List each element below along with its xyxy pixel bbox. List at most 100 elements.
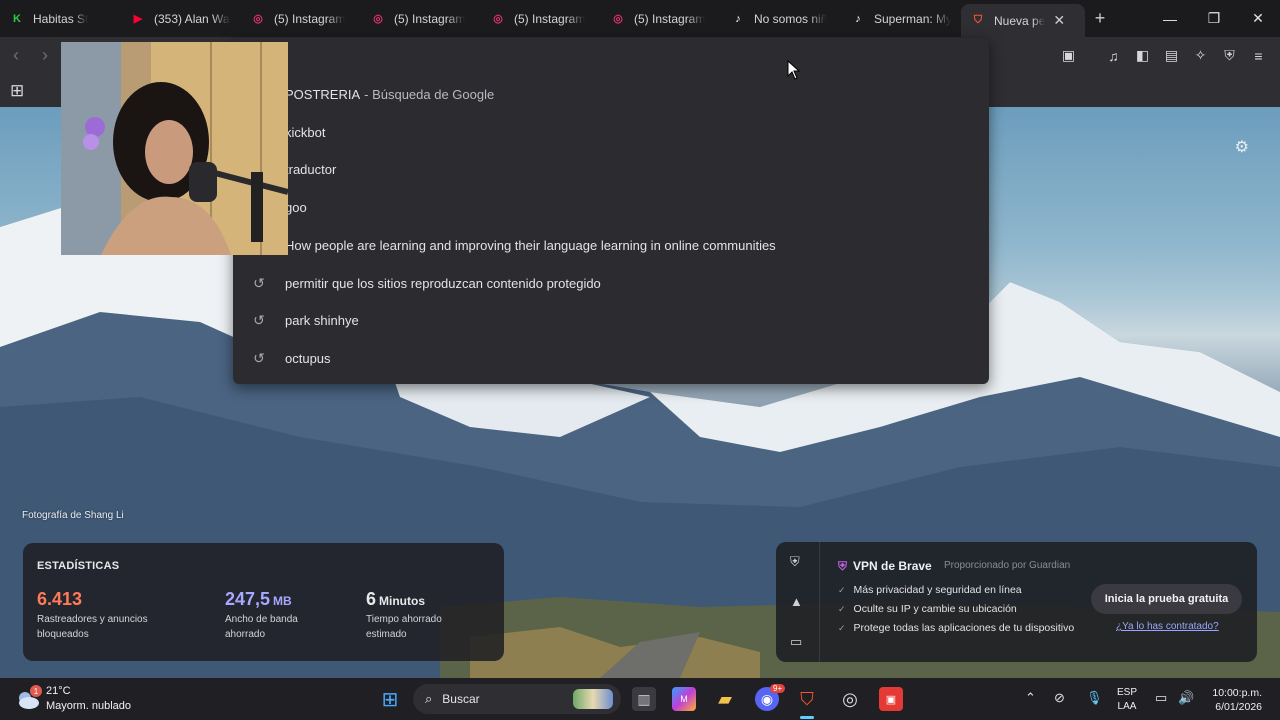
task-view-icon[interactable]: ▥ xyxy=(632,687,656,711)
stat-bandwidth-value: 247,5 xyxy=(225,589,271,609)
stat-time-value: 6 xyxy=(366,589,377,609)
instagram-icon: ◎ xyxy=(373,13,383,25)
browser-tab[interactable]: ⛉ Nueva pe ✕ xyxy=(961,4,1085,37)
stats-widget[interactable]: ESTADÍSTICAS 6.413 Rastreadores y anunci… xyxy=(23,543,504,661)
browser-tab[interactable]: ◎ (5) Instagram xyxy=(481,0,601,37)
photo-credit[interactable]: Fotografía de Shang Li xyxy=(22,510,124,521)
instagram-icon: ◎ xyxy=(493,13,503,25)
browser-tab[interactable]: ◎ (5) Instagram xyxy=(601,0,721,37)
vpn-provider: Proporcionado por Guardian xyxy=(944,560,1071,571)
minimize-button[interactable]: — xyxy=(1148,0,1192,37)
vpn-trial-button[interactable]: Inicia la prueba gratuita xyxy=(1091,584,1242,614)
search-placeholder: Buscar xyxy=(442,692,480,706)
vpn-shield-icon[interactable]: ⛨ xyxy=(1220,46,1239,65)
suggestion-item[interactable]: ↺ permitir que los sitios reproduzcan con… xyxy=(233,265,989,302)
file-explorer-icon[interactable]: ▰ xyxy=(713,687,737,711)
suggestion-item[interactable]: kickbot xyxy=(233,114,989,151)
windows-start-icon[interactable]: ⊞ xyxy=(378,687,402,711)
tab-title: Superman: My xyxy=(874,11,951,26)
network-off-icon[interactable]: ⊘ xyxy=(1054,690,1065,706)
tab-title: (5) Instagram xyxy=(634,11,706,26)
menu-icon[interactable]: ≡ xyxy=(1249,46,1268,65)
lang-bottom: LAA xyxy=(1117,701,1137,712)
weather-desc: Mayorm. nublado xyxy=(46,700,131,712)
leo-ai-icon[interactable]: ✧ xyxy=(1191,46,1210,65)
wallet-icon[interactable]: ▤ xyxy=(1162,46,1181,65)
stats-title: ESTADÍSTICAS xyxy=(37,560,120,572)
habitas-icon: K xyxy=(13,12,21,25)
history-icon: ↺ xyxy=(253,274,265,291)
weather-widget[interactable]: 1 21°C Mayorm. nublado xyxy=(16,684,131,714)
apps-grid-icon[interactable]: ⊞ xyxy=(10,81,24,101)
check-icon: ✓ xyxy=(838,604,846,614)
stat-blocked-value: 6.413 xyxy=(37,589,83,609)
media-icon[interactable]: ♫ xyxy=(1104,46,1123,65)
news-tab-icon[interactable]: ▲ xyxy=(790,594,803,609)
sidebar-icon[interactable]: ◧ xyxy=(1133,46,1152,65)
suggestion-text: How people are learning and improving th… xyxy=(285,237,776,253)
vpn-logo-icon: ⛨ xyxy=(838,559,848,573)
vpn-feature-text: Más privacidad y seguridad en línea xyxy=(853,584,1022,596)
search-highlight-icon xyxy=(573,689,613,709)
weather-temp: 21°C xyxy=(46,685,71,697)
tiktok-icon: ♪ xyxy=(735,12,741,25)
system-clock[interactable]: 10:00:p.m. 6/01/2026 xyxy=(1212,686,1262,714)
discord-badge: 9+ xyxy=(770,684,786,693)
suggestion-item[interactable]: goo xyxy=(233,189,989,226)
lang-top: ESP xyxy=(1117,687,1138,698)
tab-title: Nueva pe xyxy=(994,13,1046,28)
browser-tab[interactable]: ♪ No somos niñ xyxy=(721,0,841,37)
display-icon[interactable]: ▭ xyxy=(1155,690,1167,706)
suggestion-item[interactable]: ↺ park shinhye xyxy=(233,302,989,339)
microphone-icon[interactable]: 🎙 xyxy=(1086,690,1103,706)
webcam-overlay xyxy=(61,42,288,255)
window-controls: — ❐ ✕ xyxy=(1148,0,1280,37)
vpn-already-subscribed-link[interactable]: ¿Ya lo has contratado? xyxy=(1116,621,1219,632)
vpn-tab-icon[interactable]: ⛨ xyxy=(790,554,800,570)
forward-button[interactable]: › xyxy=(42,45,48,66)
app-red-icon[interactable]: ▣ xyxy=(879,687,903,711)
suggestion-item[interactable]: POSTRERIA - Búsqueda de Google xyxy=(233,76,989,113)
maximize-button[interactable]: ❐ xyxy=(1192,0,1236,37)
tab-title: Habitas St xyxy=(33,11,89,26)
suggestion-text: traductor xyxy=(285,162,337,178)
back-button[interactable]: ‹ xyxy=(13,45,19,66)
customize-gear-icon[interactable]: ⚙ xyxy=(1235,137,1249,157)
stat-blocked-label: Rastreadores y anuncios bloqueados xyxy=(37,614,148,640)
tray-overflow-icon[interactable]: ⌃ xyxy=(1025,690,1036,706)
talk-tab-icon[interactable]: ▭ xyxy=(790,634,802,650)
tab-list: K Habitas St ▶ (353) Alan Wal ◎ (5) Instagram… xyxy=(0,0,1085,37)
input-language[interactable]: ESP LAA xyxy=(1117,686,1137,714)
browser-tab[interactable]: ◎ (5) Instagram xyxy=(241,0,361,37)
stat-time: 6 Minutos Tiempo ahorrado estimado xyxy=(366,589,456,642)
instagram-icon: ◎ xyxy=(613,13,623,25)
stat-bandwidth-label: Ancho de banda ahorrado xyxy=(225,614,298,640)
suggestion-item[interactable]: ↺ octupus xyxy=(233,340,989,377)
clock-time: 10:00:p.m. xyxy=(1212,687,1262,699)
taskbar-search[interactable]: ⌕ Buscar xyxy=(413,684,621,714)
close-tab-icon[interactable]: ✕ xyxy=(1053,12,1065,29)
new-tab-button[interactable]: + xyxy=(1085,8,1115,29)
weather-cloud-icon: 1 xyxy=(16,685,42,710)
brave-taskbar-icon[interactable]: ⛉ xyxy=(795,687,819,711)
widget-switcher: ⛨ ▲ ▭ xyxy=(776,542,820,662)
browser-tab[interactable]: ♪ Superman: My xyxy=(841,0,961,37)
tab-title: (5) Instagram xyxy=(394,11,466,26)
browser-tab[interactable]: K Habitas St xyxy=(0,0,121,37)
suggestion-item[interactable]: traductor xyxy=(233,151,989,188)
obs-icon[interactable]: ◎ xyxy=(838,687,862,711)
mouse-cursor xyxy=(787,60,801,80)
browser-tab[interactable]: ▶ (353) Alan Wal xyxy=(121,0,241,37)
reader-mode-icon[interactable]: ▣ xyxy=(1059,46,1078,65)
tab-title: (353) Alan Wal xyxy=(154,11,231,26)
browser-tab[interactable]: ◎ (5) Instagram xyxy=(361,0,481,37)
tab-title: No somos niñ xyxy=(754,11,828,26)
close-window-button[interactable]: ✕ xyxy=(1236,0,1280,37)
history-icon: ↺ xyxy=(253,349,265,366)
stat-blocked: 6.413 Rastreadores y anuncios bloqueados xyxy=(37,589,167,642)
toolbar-actions: ▣ ♫ ◧ ▤ ✧ ⛨ ≡ xyxy=(1059,46,1268,65)
volume-icon[interactable]: 🔊 xyxy=(1178,690,1194,706)
m365-icon[interactable]: M xyxy=(672,687,696,711)
stat-bandwidth-unit: MB xyxy=(273,594,292,608)
suggestion-item[interactable]: How people are learning and improving th… xyxy=(233,227,989,264)
